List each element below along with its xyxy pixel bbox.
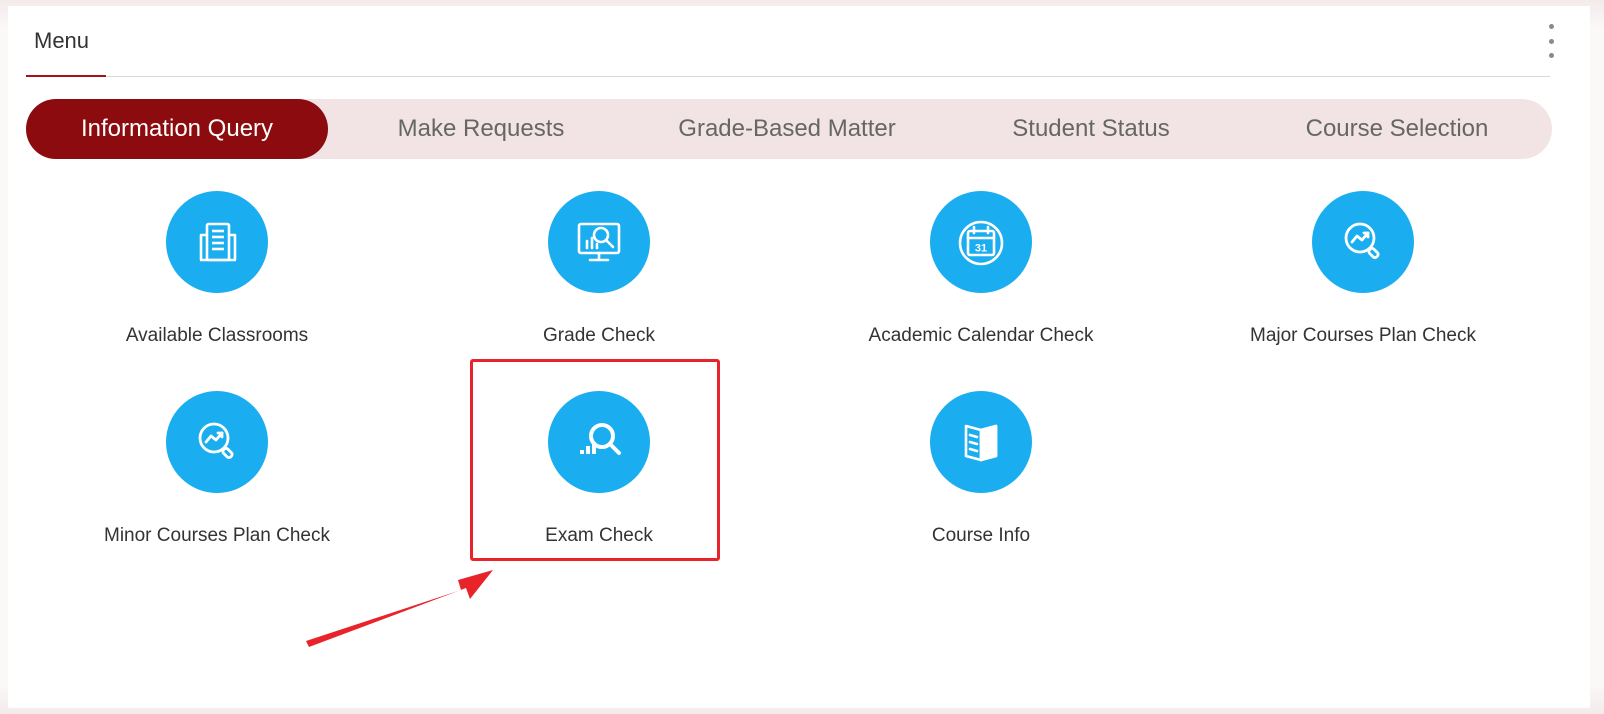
monitor-search-icon: [548, 191, 650, 293]
trend-search-icon: [166, 391, 268, 493]
tile-label: Minor Courses Plan Check: [104, 525, 330, 546]
menu-title: Menu: [34, 28, 90, 53]
tile-minor-courses-plan-check[interactable]: Minor Courses Plan Check: [37, 391, 397, 591]
tile-grade-check[interactable]: Grade Check: [419, 191, 779, 391]
tile-label: Academic Calendar Check: [868, 325, 1094, 346]
calendar-day-text: 31: [975, 243, 987, 255]
menu-header: Menu: [26, 6, 1554, 77]
tile-available-classrooms[interactable]: Available Classrooms: [37, 191, 397, 391]
tile-label: Course Info: [931, 525, 1031, 546]
tile-academic-calendar-check[interactable]: 31 Academic Calendar Check: [801, 191, 1161, 391]
chart-search-icon: [548, 391, 650, 493]
tab-grade-based-matter[interactable]: Grade-Based Matter: [634, 99, 940, 159]
book-icon: [930, 391, 1032, 493]
tab-information-query[interactable]: Information Query: [26, 99, 328, 159]
tile-course-info[interactable]: Course Info: [801, 391, 1161, 591]
trend-search-icon: [1312, 191, 1414, 293]
tile-label: Exam Check: [545, 525, 653, 546]
tile-label: Major Courses Plan Check: [1250, 325, 1476, 346]
tile-major-courses-plan-check[interactable]: Major Courses Plan Check: [1183, 191, 1543, 391]
menu-title-underline: [26, 75, 106, 77]
tab-bar: Information Query Make Requests Grade-Ba…: [26, 99, 1552, 159]
building-icon: [166, 191, 268, 293]
tile-label: Available Classrooms: [125, 325, 309, 346]
calendar-icon: 31: [930, 191, 1032, 293]
tab-make-requests[interactable]: Make Requests: [328, 99, 634, 159]
tile-exam-check[interactable]: Exam Check: [419, 391, 779, 591]
tile-label: Grade Check: [543, 325, 655, 346]
tab-student-status[interactable]: Student Status: [940, 99, 1242, 159]
more-vertical-icon[interactable]: [1544, 24, 1558, 58]
tab-course-selection[interactable]: Course Selection: [1242, 99, 1552, 159]
menu-panel: Menu Information Query Make Requests Gra…: [8, 6, 1590, 708]
page: Menu Information Query Make Requests Gra…: [0, 0, 1604, 714]
